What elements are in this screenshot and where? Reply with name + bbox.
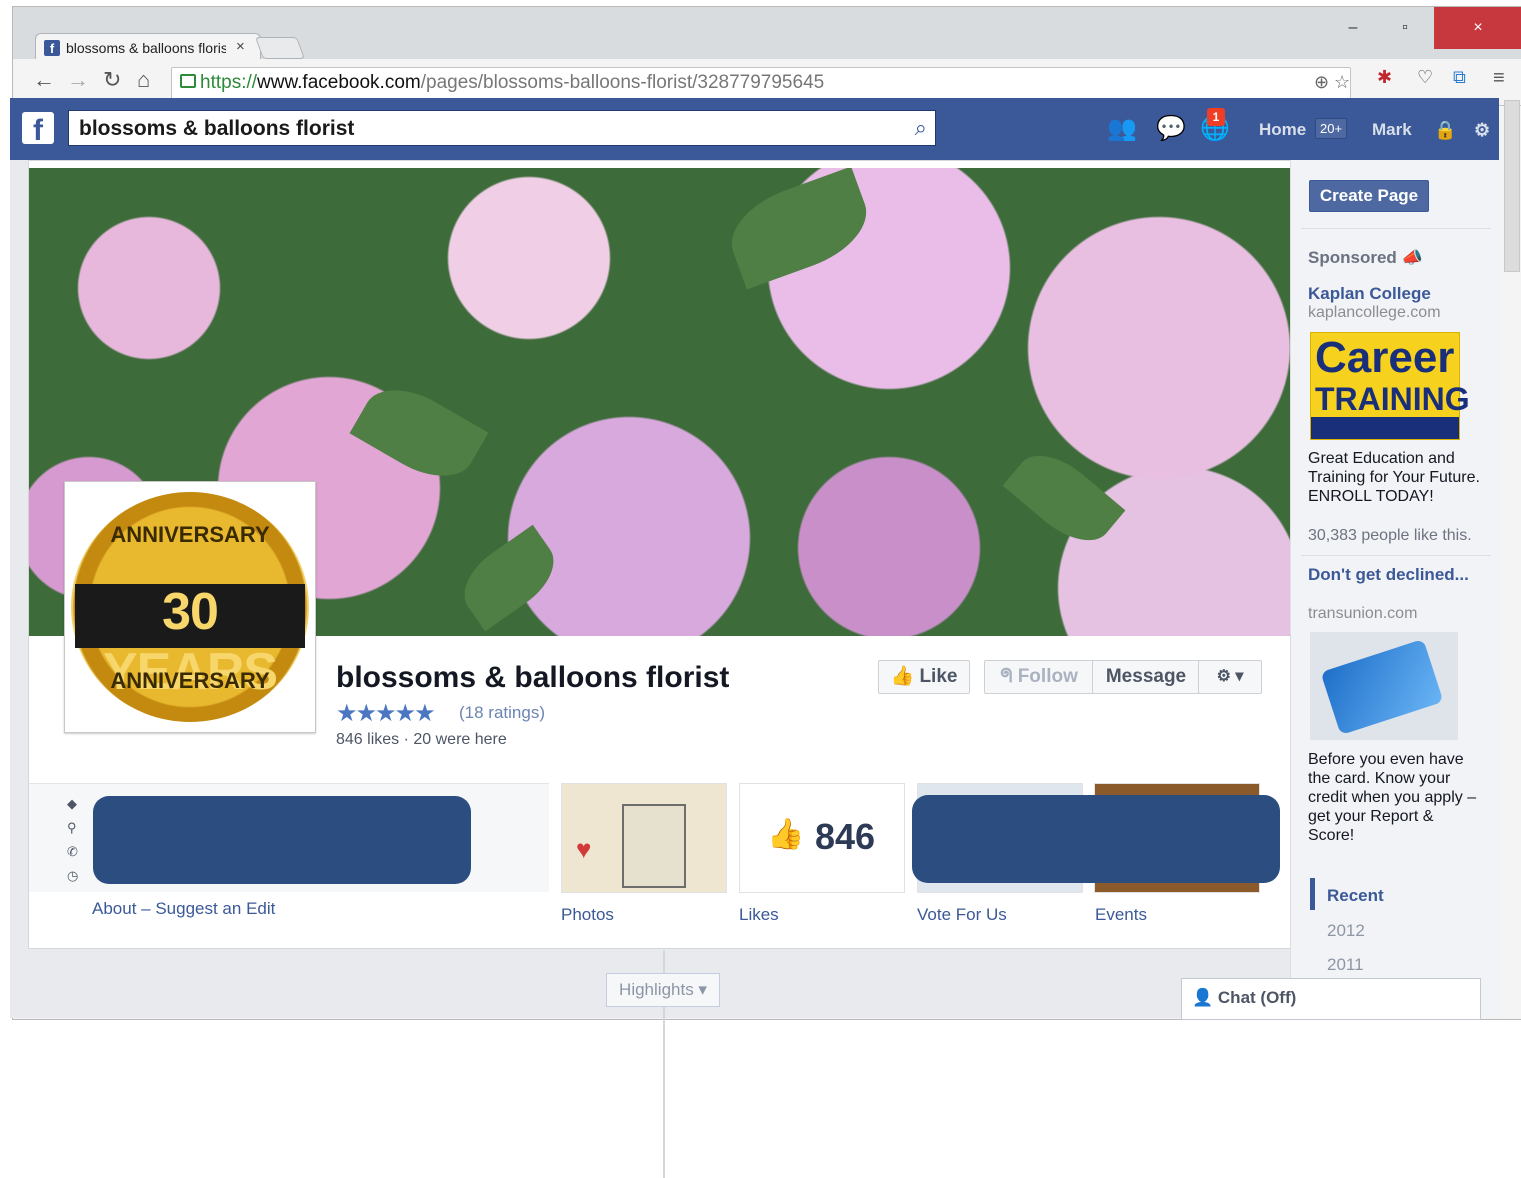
thumbs-up-icon: 👍 (890, 666, 915, 687)
like-label: Like (919, 666, 958, 687)
zoom-icon[interactable]: ⊕ (1314, 72, 1329, 93)
about-box: ◆ ⚲ ✆ ◷ (29, 783, 549, 892)
credit-card-image (1320, 638, 1444, 736)
puzzle-extension-icon[interactable]: ⧉ (1453, 67, 1466, 88)
cartoon-drawing (622, 804, 686, 888)
ad1-domain[interactable]: kaplancollege.com (1308, 304, 1441, 322)
vote-link[interactable]: Vote For Us (917, 905, 1007, 925)
home-count-badge: 20+ (1315, 118, 1348, 139)
ad2-image[interactable] (1310, 632, 1458, 740)
url-text: https://www.facebook.com/pages/blossoms-… (200, 72, 825, 93)
reload-icon[interactable]: ↻ (103, 67, 121, 93)
rating-stars-icon[interactable]: ★★★★★ (336, 699, 436, 728)
divider (1301, 228, 1491, 229)
ad1-body: Great Education and Training for Your Fu… (1308, 450, 1480, 505)
ad2-body: Before you even have the card. Know your… (1308, 751, 1477, 844)
likes-link[interactable]: Likes (739, 905, 779, 925)
scrollbar[interactable] (1504, 100, 1520, 272)
tab-close-icon[interactable]: × (236, 38, 245, 55)
profile-picture[interactable]: ANNIVERSARY 30 YEARS ANNIVERSARY (64, 481, 316, 733)
location-pin-icon: ⚲ (67, 820, 77, 835)
seal-top-text: ANNIVERSARY (110, 522, 270, 547)
seal-bottom-text: ANNIVERSARY (110, 668, 270, 693)
highlights-dropdown[interactable]: Highlights ▾ (606, 973, 720, 1007)
nav-user[interactable]: Mark (1372, 120, 1412, 140)
page-background: ANNIVERSARY 30 YEARS ANNIVERSARY blossom… (10, 160, 1499, 1178)
message-button[interactable]: Message (1092, 660, 1200, 694)
follow-button[interactable]: ᖗ Follow (984, 660, 1094, 694)
page-options-button[interactable]: ⚙ ▾ (1198, 660, 1262, 694)
search-input[interactable]: blossoms & balloons florist ⌕ (68, 110, 936, 146)
facebook-favicon-icon: f (44, 40, 60, 56)
rss-icon: ᖗ (1000, 666, 1013, 687)
tag-icon: ◆ (67, 796, 77, 811)
home-icon[interactable]: ⌂ (137, 67, 150, 93)
settings-gear-icon[interactable]: ⚙ (1474, 120, 1490, 141)
ad1-title[interactable]: Kaplan College (1308, 284, 1478, 304)
ratings-count-link[interactable]: (18 ratings) (459, 703, 545, 723)
messages-icon[interactable]: 💬 (1156, 114, 1186, 143)
likes-thumb-icon: 👍 (767, 818, 805, 851)
divider (1301, 555, 1491, 556)
ad1-image-small-text: TRAINING (1315, 381, 1470, 417)
timeline-header: ANNIVERSARY 30 YEARS ANNIVERSARY blossom… (28, 160, 1301, 949)
chat-user-icon: 👤 (1192, 988, 1214, 1007)
photos-link[interactable]: Photos (561, 905, 614, 925)
facebook-logo-icon[interactable]: f (22, 112, 54, 147)
speech-extension-icon[interactable]: ♡ (1417, 67, 1433, 88)
browser-tab[interactable]: f blossoms & balloons floris × (35, 33, 261, 62)
minimize-button[interactable]: – (1330, 7, 1376, 49)
nav-home[interactable]: Home (1259, 120, 1306, 140)
anniversary-seal-image: ANNIVERSARY 30 YEARS ANNIVERSARY (71, 492, 309, 722)
photos-tile[interactable]: ♥ (561, 783, 727, 893)
menu-icon[interactable]: ≡ (1493, 67, 1505, 90)
like-button[interactable]: 👍 Like (878, 660, 970, 694)
ad2-title[interactable]: Don't get declined... (1308, 565, 1478, 585)
ad1-social: 30,383 people like this. (1308, 527, 1472, 544)
tab-title: blossoms & balloons floris (66, 40, 226, 56)
forward-icon[interactable]: → (67, 67, 89, 93)
phone-icon: ✆ (67, 844, 78, 859)
redacted-tiles (912, 795, 1280, 883)
close-window-button[interactable]: × (1434, 7, 1521, 49)
bookmark-star-icon[interactable]: ☆ (1334, 72, 1350, 93)
facebook-header: f blossoms & balloons florist ⌕ 👥 💬 🌐 1 … (10, 98, 1499, 161)
back-icon[interactable]: ← (33, 67, 55, 93)
lock-icon (180, 74, 196, 88)
redacted-info (93, 796, 471, 884)
likes-summary: 846 likes · 20 were here (336, 731, 507, 748)
friend-requests-icon[interactable]: 👥 (1107, 114, 1137, 143)
events-link[interactable]: Events (1095, 905, 1147, 925)
maximize-button[interactable]: ▫ (1382, 7, 1428, 49)
new-tab-button[interactable] (254, 37, 306, 59)
search-icon[interactable]: ⌕ (915, 115, 927, 141)
year-recent-link[interactable]: Recent (1327, 886, 1384, 906)
address-bar[interactable]: https://www.facebook.com/pages/blossoms-… (171, 67, 1351, 99)
megaphone-icon: 📣 (1401, 248, 1423, 267)
extension-icon[interactable]: ✱ (1377, 67, 1392, 88)
title-bar: f blossoms & balloons floris × – ▫ × (13, 7, 1521, 62)
create-page-button[interactable]: Create Page (1309, 180, 1429, 212)
follow-label: Follow (1017, 666, 1078, 687)
year-selected-indicator (1310, 878, 1315, 910)
ad1-image[interactable]: Career TRAINING (1310, 332, 1470, 440)
chat-label: Chat (Off) (1217, 988, 1297, 1007)
search-value: blossoms & balloons florist (79, 117, 355, 140)
ad1-image-big-text: Career (1315, 333, 1455, 382)
clock-icon: ◷ (67, 868, 79, 883)
ad2-domain[interactable]: transunion.com (1308, 605, 1417, 623)
heart-icon: ♥ (576, 834, 592, 864)
likes-count: 846 (815, 816, 876, 857)
right-column: Create Page Sponsored 📣 Kaplan College k… (1290, 160, 1500, 1018)
sponsored-heading: Sponsored 📣 (1308, 248, 1423, 267)
notification-badge: 1 (1207, 108, 1225, 126)
year-2011-link[interactable]: 2011 (1327, 955, 1364, 975)
privacy-icon[interactable]: 🔒 (1434, 120, 1456, 141)
page-title[interactable]: blossoms & balloons florist (336, 661, 729, 695)
chat-bar[interactable]: 👤 Chat (Off) (1181, 978, 1481, 1020)
year-2012-link[interactable]: 2012 (1327, 921, 1365, 941)
about-links[interactable]: About – Suggest an Edit (92, 899, 275, 919)
ad1-image-bar (1311, 417, 1459, 439)
